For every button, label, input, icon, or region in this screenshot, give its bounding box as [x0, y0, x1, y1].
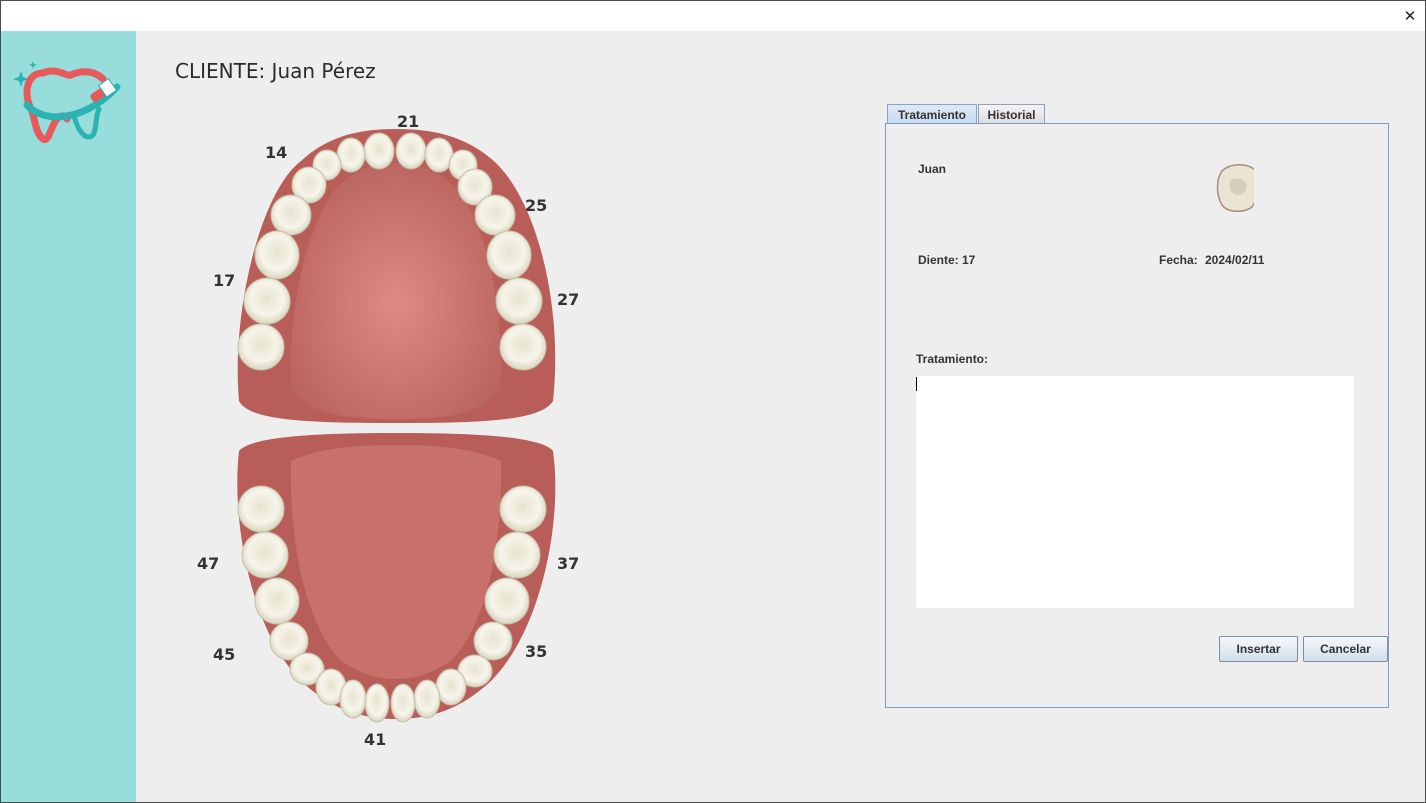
sidebar: [1, 31, 136, 802]
cancel-button[interactable]: Cancelar: [1303, 636, 1388, 662]
tooth-number-37: 37: [557, 554, 579, 573]
date-label: Fecha:: [1159, 253, 1198, 267]
client-title: CLIENTE: Juan Pérez: [175, 59, 376, 83]
date-value: 2024/02/11: [1205, 253, 1265, 267]
dental-chart[interactable]: 21 14 25 17 27 47 37 45 35 41: [191, 101, 611, 761]
client-name-label: Juan: [918, 162, 947, 176]
insert-button[interactable]: Insertar: [1219, 636, 1298, 662]
tooth-number-45: 45: [213, 645, 235, 664]
selected-tooth-icon: [1216, 163, 1258, 213]
tooth-number-47: 47: [197, 554, 219, 573]
tooth-number-14: 14: [265, 143, 287, 162]
treatment-textarea[interactable]: [916, 376, 1354, 608]
tab-tratamiento[interactable]: Tratamiento: [887, 104, 977, 124]
tooth-label: Diente: 17: [918, 253, 976, 267]
close-button[interactable]: ✕: [1395, 1, 1425, 31]
tab-historial[interactable]: Historial: [978, 104, 1045, 124]
text-caret: [916, 377, 917, 391]
treatment-label: Tratamiento:: [916, 352, 989, 366]
app-window: ✕ CLIENTE: Juan Pérez 21 14 25 17 27 47 …: [0, 0, 1426, 803]
tooth-number-21: 21: [397, 112, 419, 131]
tooth-number-25: 25: [525, 196, 547, 215]
close-icon: ✕: [1403, 7, 1417, 25]
tooth-number-17: 17: [213, 271, 235, 290]
tooth-number-27: 27: [557, 290, 579, 309]
title-bar: ✕: [1, 1, 1425, 31]
dental-logo: [13, 61, 121, 144]
tooth-number-35: 35: [525, 642, 547, 661]
tooth-number-41: 41: [364, 730, 386, 749]
